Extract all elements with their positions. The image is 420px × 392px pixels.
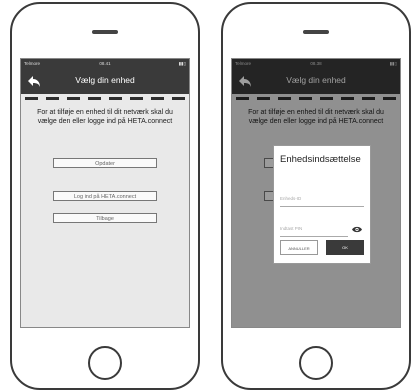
nav-bar: Vælg din enhed (21, 68, 189, 94)
clock-label: 08.41 (99, 61, 111, 66)
status-bar: Telmore 08.41 ▮▮▯ (21, 59, 189, 68)
info-text: For at tilføje en enhed til dit netværk … (37, 109, 173, 125)
home-button-icon[interactable] (299, 346, 333, 380)
device-id-field[interactable]: Enheds-ID (280, 192, 364, 207)
pin-field[interactable]: Indtast PIN (280, 222, 348, 237)
home-button-icon[interactable] (88, 346, 122, 380)
cancel-button[interactable]: ANNULLER (280, 240, 318, 255)
battery-icon: ▮▮▯ (178, 61, 186, 66)
eye-icon[interactable] (352, 226, 362, 233)
step-indicator (25, 97, 185, 101)
speaker-grille (92, 30, 118, 34)
device-insert-dialog: Enhedsindsættelse Enheds-ID Indtast PIN … (273, 145, 371, 264)
login-button[interactable]: Log ind på HETA.connect (53, 191, 157, 201)
back-button[interactable]: Tilbage (53, 213, 157, 223)
speaker-grille (303, 30, 329, 34)
screen-left: Telmore 08.41 ▮▮▯ Vælg din enhed For at … (20, 58, 190, 328)
phone-left: Telmore 08.41 ▮▮▯ Vælg din enhed For at … (10, 2, 200, 390)
page-title: Vælg din enhed (75, 75, 135, 85)
phone-right: Telmore 08.38 ▮▮▯ Vælg din enhed For at … (221, 2, 411, 390)
dialog-title: Enhedsindsættelse (280, 154, 361, 165)
ok-button[interactable]: OK (326, 240, 364, 255)
screen-right: Telmore 08.38 ▮▮▯ Vælg din enhed For at … (231, 58, 401, 328)
update-button[interactable]: Opdater (53, 158, 157, 168)
